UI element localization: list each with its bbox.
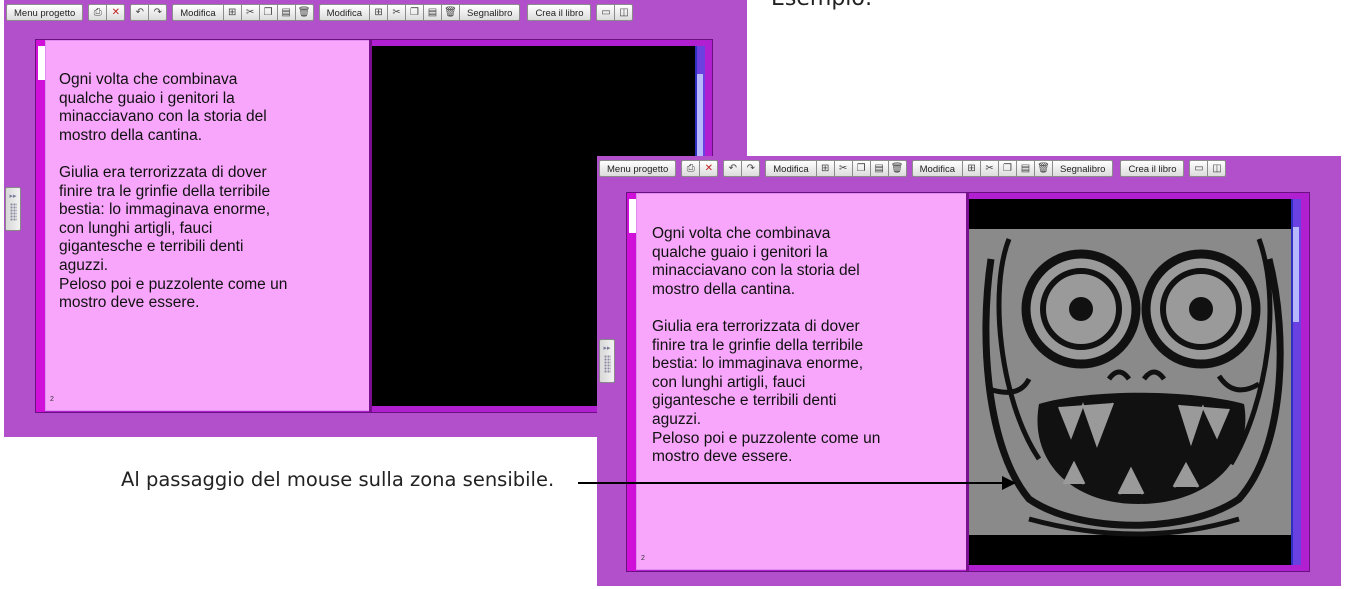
add-icon[interactable]: ⊞	[815, 160, 835, 177]
undo-redo-group: ↶ ↷	[723, 160, 761, 177]
create-book-button[interactable]: Crea il libro	[1120, 160, 1185, 177]
single-view-icon[interactable]: ▭	[1189, 160, 1209, 177]
book-spread: Ogni volta che combinava qualche guaio i…	[626, 192, 1310, 572]
view-group: ▭ ◫	[1189, 160, 1227, 177]
undo-redo-group: ↶ ↷	[130, 4, 168, 21]
paste-icon[interactable]: ▤	[1016, 160, 1036, 177]
add-icon[interactable]: ⊞	[962, 160, 982, 177]
add-icon[interactable]: ⊞	[369, 4, 389, 21]
side-panel-handle[interactable]: ▸▸	[599, 339, 615, 383]
paste-icon[interactable]: ▤	[423, 4, 443, 21]
page-edge	[627, 193, 636, 571]
page-number: 2	[50, 396, 54, 403]
monster-image	[969, 229, 1291, 537]
create-book-button[interactable]: Crea il libro	[527, 4, 592, 21]
copy-icon[interactable]: ❐	[258, 4, 278, 21]
copy-icon[interactable]: ❐	[998, 160, 1018, 177]
print-icon[interactable]: ⎙	[88, 4, 108, 21]
edit-button[interactable]: Modifica	[172, 4, 224, 21]
edit-group-1: Modifica ⊞ ✂ ❐ ▤ 🗑	[765, 160, 907, 177]
page-number: 2	[641, 555, 645, 562]
trash-icon[interactable]: 🗑	[294, 4, 314, 21]
grip-icon	[603, 355, 611, 373]
double-view-icon[interactable]: ◫	[614, 4, 634, 21]
print-icon[interactable]: ⎙	[681, 160, 701, 177]
edit-group-1: Modifica ⊞ ✂ ❐ ▤ 🗑	[172, 4, 314, 21]
page-text: Ogni volta che combinava qualche guaio i…	[652, 225, 881, 466]
scrollbar[interactable]	[1291, 199, 1301, 565]
menu-project-button[interactable]: Menu progetto	[6, 4, 84, 21]
edit-button[interactable]: Modifica	[911, 160, 964, 177]
no-audio-icon[interactable]: ✕	[699, 160, 719, 177]
undo-icon[interactable]: ↶	[130, 4, 150, 21]
page-edge	[36, 40, 45, 412]
single-view-icon[interactable]: ▭	[596, 4, 616, 21]
edit-group-2: Modifica ⊞ ✂ ❐ ▤ 🗑 Segnalibro	[911, 160, 1114, 177]
cut-icon[interactable]: ✂	[980, 160, 1000, 177]
print-audio-group: ⎙ ✕	[88, 4, 126, 21]
trash-icon[interactable]: 🗑	[441, 4, 461, 21]
grip-icon	[9, 203, 17, 221]
expand-icon: ▸▸	[9, 193, 17, 200]
cut-icon[interactable]: ✂	[240, 4, 260, 21]
undo-icon[interactable]: ↶	[723, 160, 743, 177]
edit-button[interactable]: Modifica	[318, 4, 371, 21]
bookmark-button[interactable]: Segnalibro	[459, 4, 521, 21]
cut-icon[interactable]: ✂	[387, 4, 407, 21]
trash-icon[interactable]: 🗑	[887, 160, 907, 177]
expand-icon: ▸▸	[603, 345, 611, 352]
bookmark-button[interactable]: Segnalibro	[1052, 160, 1114, 177]
redo-icon[interactable]: ↷	[148, 4, 168, 21]
view-group: ▭ ◫	[596, 4, 634, 21]
trash-icon[interactable]: 🗑	[1034, 160, 1054, 177]
no-audio-icon[interactable]: ✕	[106, 4, 126, 21]
page-tab	[629, 199, 636, 233]
page-tab	[38, 46, 45, 80]
copy-icon[interactable]: ❐	[851, 160, 871, 177]
edit-button[interactable]: Modifica	[765, 160, 817, 177]
arrow-head-icon	[1002, 476, 1016, 490]
left-page: Ogni volta che combinava qualche guaio i…	[45, 40, 370, 411]
hover-caption: Al passaggio del mouse sulla zona sensib…	[121, 468, 555, 491]
add-icon[interactable]: ⊞	[222, 4, 242, 21]
toolbar: Menu progetto ⎙ ✕ ↶ ↷ Modifica ⊞ ✂ ❐ ▤ 🗑…	[597, 156, 1341, 181]
image-hotspot[interactable]	[969, 199, 1291, 565]
double-view-icon[interactable]: ◫	[1207, 160, 1227, 177]
toolbar: Menu progetto ⎙ ✕ ↶ ↷ Modifica ⊞ ✂ ❐ ▤ 🗑…	[4, 0, 747, 25]
example-caption: Esempio:	[771, 0, 872, 11]
menu-project-button[interactable]: Menu progetto	[599, 160, 677, 177]
screenshot-after: Menu progetto ⎙ ✕ ↶ ↷ Modifica ⊞ ✂ ❐ ▤ 🗑…	[597, 156, 1341, 586]
cut-icon[interactable]: ✂	[833, 160, 853, 177]
edit-group-2: Modifica ⊞ ✂ ❐ ▤ 🗑 Segnalibro	[318, 4, 521, 21]
redo-icon[interactable]: ↷	[741, 160, 761, 177]
print-audio-group: ⎙ ✕	[681, 160, 719, 177]
page-text: Ogni volta che combinava qualche guaio i…	[59, 71, 288, 312]
paste-icon[interactable]: ▤	[276, 4, 296, 21]
left-page: Ogni volta che combinava qualche guaio i…	[636, 193, 967, 570]
scrollbar-thumb[interactable]	[1293, 227, 1299, 322]
paste-icon[interactable]: ▤	[869, 160, 889, 177]
side-panel-handle[interactable]: ▸▸	[5, 187, 21, 231]
copy-icon[interactable]: ❐	[405, 4, 425, 21]
pointer-arrow	[578, 482, 1004, 484]
scrollbar-thumb[interactable]	[697, 74, 703, 164]
